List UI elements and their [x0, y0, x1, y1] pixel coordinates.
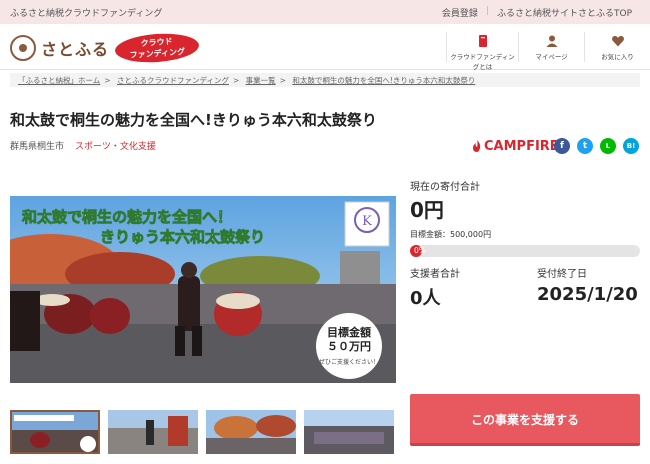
current-donation-label: 現在の寄付合計: [410, 182, 480, 193]
twitter-icon[interactable]: t: [577, 138, 593, 154]
thumbnail-1[interactable]: [10, 410, 100, 454]
nav-label: マイページ: [535, 53, 568, 61]
project-title: 和太鼓で桐生の魅力を全国へ!きりゅう本六和太鼓祭り: [10, 111, 377, 129]
hatena-icon[interactable]: B!: [623, 138, 639, 154]
thumbnail-3[interactable]: [206, 410, 296, 454]
supporters-label: 支援者合計: [410, 269, 460, 280]
project-category[interactable]: スポーツ・文化支援: [75, 139, 156, 152]
emblem-letter: K: [362, 214, 372, 229]
nav-label: お気に入り: [601, 53, 634, 61]
progress-bar: 0%: [410, 245, 640, 257]
facebook-icon[interactable]: f: [554, 138, 570, 154]
support-project-button[interactable]: この事業を支援する: [410, 394, 640, 446]
breadcrumb-project-list[interactable]: 事業一覧: [246, 76, 276, 85]
heart-icon: [611, 35, 624, 47]
share-buttons: f t L B!: [554, 138, 639, 154]
person-icon: [546, 35, 557, 47]
deadline-label: 受付終了日: [537, 269, 587, 280]
image-headline-1: 和太鼓で桐生の魅力を全国へ！: [22, 208, 232, 226]
site-logo[interactable]: さとふる: [41, 36, 109, 60]
book-icon: [478, 35, 487, 47]
badge-amount: ５０万円: [327, 340, 371, 353]
nav-label: クラウドファンディングとは: [450, 53, 515, 71]
project-main-image: 和太鼓で桐生の魅力を全国へ！ きりゅう本六和太鼓祭り K 目標金額 ５０万円 ぜ…: [10, 196, 396, 383]
badge-label: 目標金額: [327, 325, 371, 339]
satofull-logo-icon[interactable]: [10, 35, 36, 61]
campfire-logo[interactable]: CAMPFIRE: [472, 139, 559, 154]
site-tagline: ふるさと納税クラウドファンディング: [10, 9, 163, 19]
progress-percent: 0%: [414, 246, 426, 255]
header-nav: クラウドファンディングとは マイページ お気に入り: [446, 32, 650, 71]
image-thumbnails: [10, 410, 394, 454]
thumbnail-4[interactable]: [304, 410, 394, 454]
flame-icon: [473, 140, 481, 152]
site-header: さとふる クラウド ファンディング クラウドファンディングとは マイページ お気…: [0, 24, 650, 71]
supporters-stat: 支援者合計 0人: [410, 265, 460, 310]
nav-mypage[interactable]: マイページ: [518, 32, 584, 62]
nav-about-crowdfunding[interactable]: クラウドファンディングとは: [446, 32, 518, 71]
breadcrumb-crowdfunding[interactable]: さとふるクラウドファンディング: [117, 76, 229, 85]
thumbnail-2[interactable]: [108, 410, 198, 454]
crowdfunding-badge[interactable]: クラウド ファンディング: [114, 31, 200, 65]
deadline-value: 2025/1/20: [537, 284, 638, 305]
breadcrumb-current[interactable]: 和太鼓で桐生の魅力を全国へ!きりゅう本六和太鼓祭り: [292, 76, 475, 85]
top-links: 会員登録 | ふるさと納税サイトさとふるTOP: [434, 6, 640, 19]
project-region: 群馬県桐生市: [10, 142, 65, 152]
deadline-stat: 受付終了日 2025/1/20: [537, 265, 638, 305]
breadcrumb: 「ふるさと納税」ホーム > さとふるクラウドファンディング > 事業一覧 > 和太鼓で…: [10, 73, 640, 87]
line-icon[interactable]: L: [600, 138, 616, 154]
badge-sub: ぜひご支援ください！: [319, 358, 379, 366]
platform-name: CAMPFIRE: [484, 139, 559, 154]
register-link[interactable]: 会員登録: [434, 6, 486, 19]
nav-favorites[interactable]: お気に入り: [584, 32, 650, 62]
breadcrumb-home[interactable]: 「ふるさと納税」ホーム: [18, 76, 100, 85]
goal-amount: 目標金額：500,000円: [410, 230, 492, 239]
image-headline-2: きりゅう本六和太鼓祭り: [100, 228, 265, 246]
funding-summary: 現在の寄付合計 0円 目標金額：500,000円 0%: [410, 178, 640, 257]
current-donation-amount: 0円: [410, 198, 444, 222]
top-bar: ふるさと納税クラウドファンディング 会員登録 | ふるさと納税サイトさとふるTO…: [0, 0, 650, 24]
supporters-value: 0人: [410, 288, 441, 309]
satofull-top-link[interactable]: ふるさと納税サイトさとふるTOP: [489, 6, 640, 19]
